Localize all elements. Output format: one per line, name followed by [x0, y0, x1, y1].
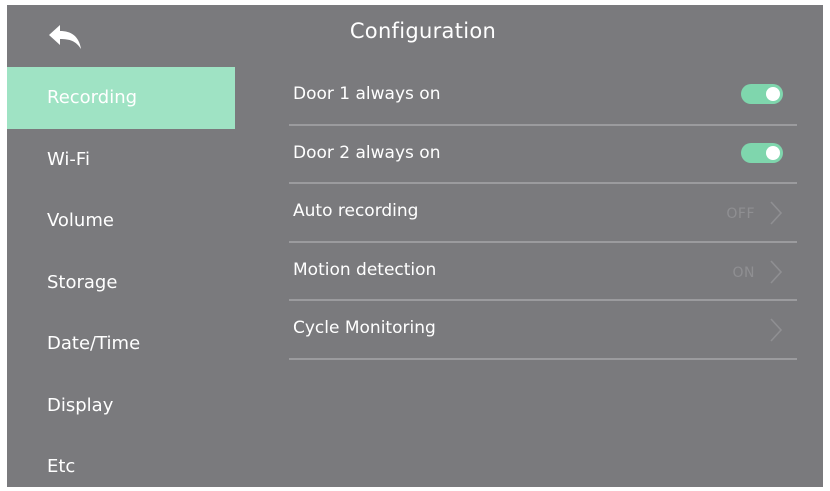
chevron-right-icon — [770, 259, 783, 284]
settings-screen: Configuration Recording Wi-Fi Volume Sto… — [7, 5, 823, 487]
sidebar-item-etc[interactable]: Etc — [7, 436, 235, 487]
door-2-toggle[interactable] — [741, 142, 783, 163]
sidebar-item-recording[interactable]: Recording — [7, 67, 235, 129]
back-button[interactable] — [43, 19, 87, 55]
setting-label: Auto recording — [293, 201, 419, 221]
setting-label: Door 2 always on — [293, 142, 441, 163]
sidebar: Recording Wi-Fi Volume Storage Date/Time… — [7, 67, 235, 487]
setting-label: Motion detection — [293, 259, 437, 280]
page-title: Configuration — [349, 19, 497, 43]
sidebar-item-volume[interactable]: Volume — [7, 190, 235, 252]
setting-value: OFF — [726, 206, 755, 222]
toggle-knob — [766, 87, 780, 101]
door-1-toggle[interactable] — [741, 84, 783, 104]
sidebar-item-wifi[interactable]: Wi-Fi — [7, 129, 235, 191]
setting-row-door-2[interactable]: Door 2 always on — [289, 126, 797, 184]
sidebar-item-display[interactable]: Display — [7, 375, 235, 437]
chevron-right-icon — [770, 201, 783, 225]
setting-row-cycle-monitoring[interactable]: Cycle Monitoring — [289, 301, 797, 360]
header: Configuration — [7, 5, 823, 65]
sidebar-item-date-time[interactable]: Date/Time — [7, 313, 235, 375]
sidebar-item-storage[interactable]: Storage — [7, 252, 235, 314]
toggle-knob — [766, 145, 780, 160]
setting-value: ON — [732, 264, 755, 281]
setting-row-door-1[interactable]: Door 1 always on — [289, 67, 797, 126]
setting-row-auto-recording[interactable]: Auto recording OFF — [289, 184, 797, 243]
chevron-right-icon — [770, 318, 783, 342]
setting-row-motion-detection[interactable]: Motion detection ON — [289, 243, 797, 301]
setting-label: Door 1 always on — [293, 84, 441, 104]
setting-label: Cycle Monitoring — [293, 318, 436, 338]
settings-list: Door 1 always on Door 2 always on Auto r… — [289, 67, 797, 360]
back-arrow-icon — [49, 25, 81, 49]
